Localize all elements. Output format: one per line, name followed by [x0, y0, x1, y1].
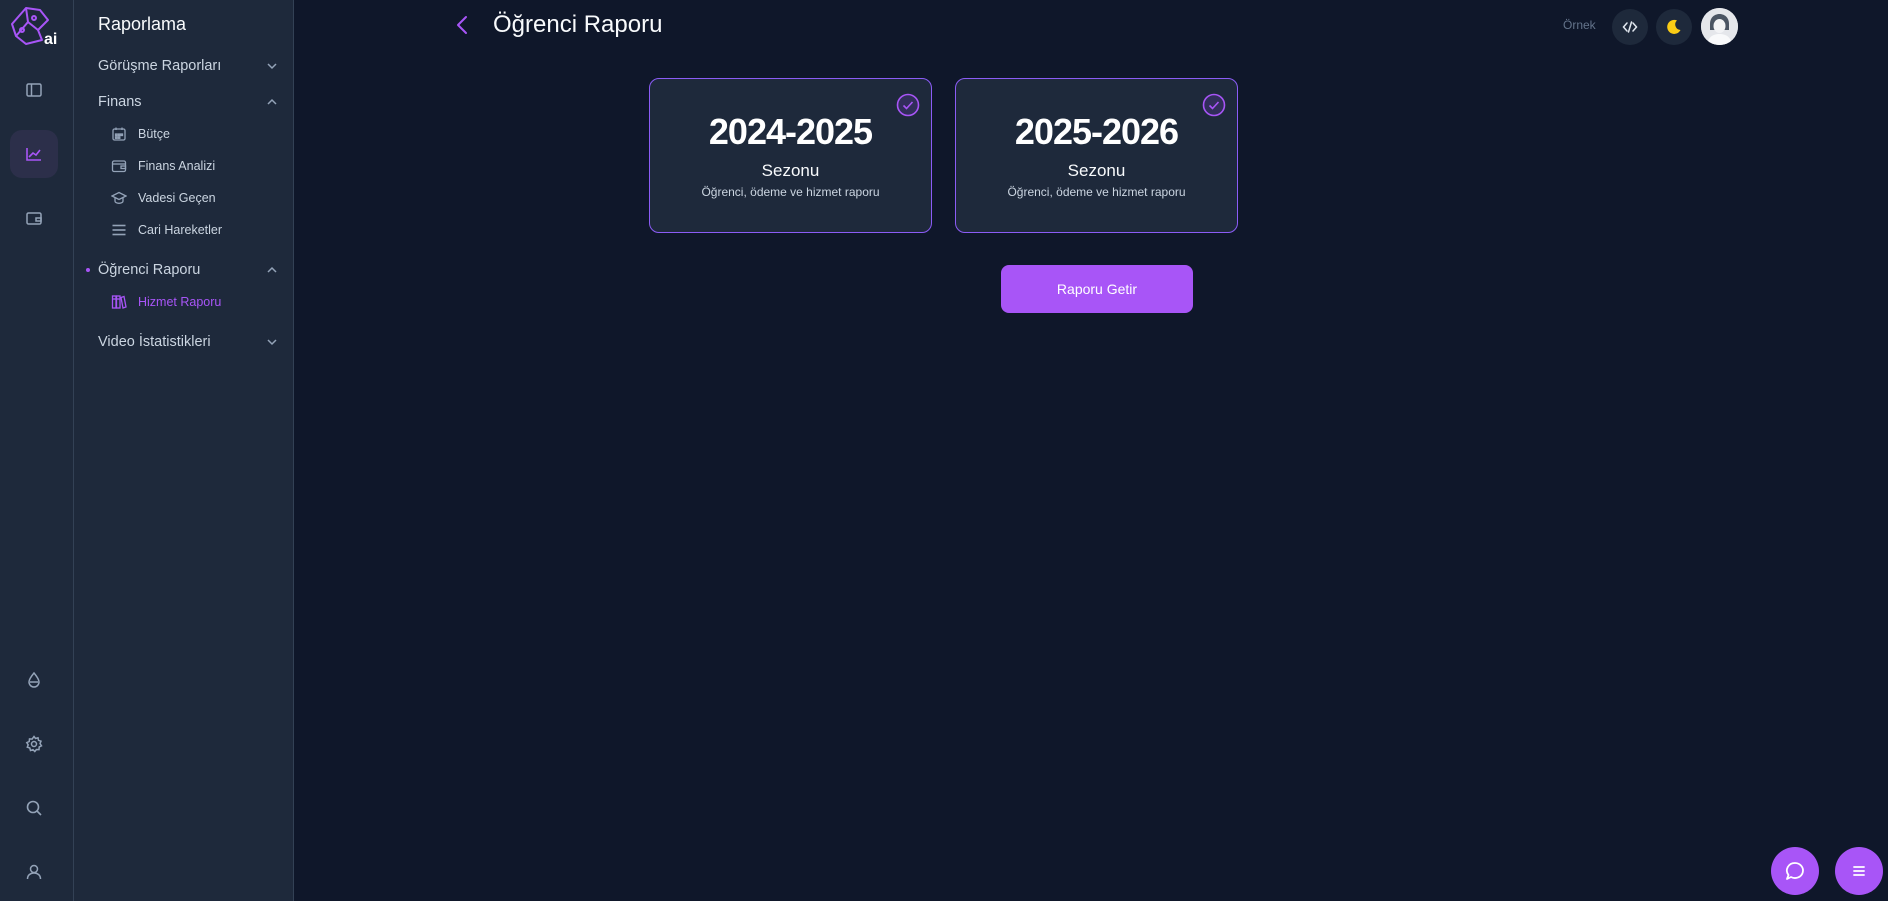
sidebar-group-ogrenci-raporu[interactable]: Öğrenci Raporu [98, 258, 278, 282]
active-group-indicator [86, 268, 90, 272]
graduation-cap-icon [111, 191, 127, 204]
season-card-2025-2026[interactable]: 2025-2026 Sezonu Öğrenci, ödeme ve hizme… [955, 78, 1238, 233]
brain-ai-logo[interactable]: ai [8, 4, 60, 48]
icon-rail: ai [0, 0, 74, 901]
sidebar-toggle-icon [26, 83, 42, 97]
avatar[interactable] [1701, 8, 1738, 45]
season-description: Öğrenci, ödeme ve hizmet raporu [1007, 185, 1186, 199]
books-icon [111, 295, 127, 309]
back-arrow-icon[interactable] [452, 13, 472, 37]
sidebar-group-finans[interactable]: Finans [98, 90, 278, 114]
sidebar-item-cari-hareketler[interactable]: Cari Hareketler [110, 220, 222, 240]
wallet-icon [111, 160, 127, 173]
code-view-button[interactable] [1612, 9, 1648, 45]
season-description: Öğrenci, ödeme ve hizmet raporu [701, 185, 880, 199]
season-year: 2025-2026 [1014, 111, 1179, 152]
calculator-icon [112, 127, 126, 141]
chat-bubble-icon [1786, 862, 1804, 880]
sidebar-group-label: Görüşme Raporları [98, 58, 222, 74]
menu-icon [1853, 866, 1865, 876]
season-year: 2024-2025 [708, 111, 873, 152]
drop-nav-button[interactable] [10, 656, 58, 704]
wallet-nav-button[interactable] [10, 194, 58, 242]
settings-nav-button[interactable] [10, 720, 58, 768]
moon-icon [1667, 19, 1681, 34]
sidebar-group-label: Finans [98, 94, 142, 110]
chevron-up-icon [267, 266, 277, 273]
chevron-down-icon [267, 63, 277, 70]
fetch-report-button[interactable]: Raporu Getir [1001, 265, 1193, 313]
header-label: Örnek [1563, 18, 1596, 32]
search-nav-button[interactable] [10, 784, 58, 832]
sidebar-item-label: Cari Hareketler [138, 223, 223, 237]
sidebar-item-label: Bütçe [138, 127, 170, 141]
drop-icon [28, 671, 40, 688]
list-icon [112, 224, 126, 236]
chevron-down-icon [267, 339, 277, 346]
code-icon [1622, 21, 1638, 33]
sidebar-item-label: Vadesi Geçen [138, 191, 216, 205]
menu-button[interactable] [1835, 847, 1883, 895]
season-label: Sezonu [1067, 161, 1126, 180]
profile-nav-button[interactable] [10, 848, 58, 896]
user-icon [26, 864, 42, 880]
theme-toggle-button[interactable] [1656, 9, 1692, 45]
sidebar-item-label: Finans Analizi [138, 159, 216, 173]
season-card-2024-2025[interactable]: 2024-2025 Sezonu Öğrenci, ödeme ve hizme… [649, 78, 932, 233]
sidebar-item-label: Hizmet Raporu [138, 295, 222, 309]
sidebar-item-butce[interactable]: Bütçe [110, 124, 170, 144]
sidebar-group-video-istatistikleri[interactable]: Video İstatistikleri [98, 330, 278, 354]
sidebar-item-finans-analizi[interactable]: Finans Analizi [110, 156, 215, 176]
chart-icon [26, 148, 41, 161]
sidebar-title: Raporlama [98, 14, 187, 34]
search-icon [26, 800, 42, 816]
svg-text:ai: ai [44, 31, 57, 48]
gear-icon [25, 735, 43, 753]
user-avatar-icon [1701, 8, 1738, 45]
sidebar-group-label: Öğrenci Raporu [98, 262, 201, 278]
wallet-icon [26, 212, 42, 225]
sidebar-toggle-button[interactable] [10, 66, 58, 114]
sidebar-item-hizmet-raporu[interactable]: Hizmet Raporu [110, 292, 221, 312]
season-label: Sezonu [761, 161, 820, 180]
page-title: Öğrenci Raporu [493, 11, 663, 38]
report-sidebar: Raporlama Görüşme Raporları Finans Bütçe… [74, 0, 294, 901]
sidebar-group-label: Video İstatistikleri [98, 334, 211, 350]
chat-button[interactable] [1771, 847, 1819, 895]
chevron-up-icon [267, 98, 277, 105]
sidebar-item-vadesi-gecen[interactable]: Vadesi Geçen [110, 188, 216, 208]
reports-nav-button[interactable] [10, 130, 58, 178]
sidebar-group-gorusme-raporlari[interactable]: Görüşme Raporları [98, 54, 278, 78]
